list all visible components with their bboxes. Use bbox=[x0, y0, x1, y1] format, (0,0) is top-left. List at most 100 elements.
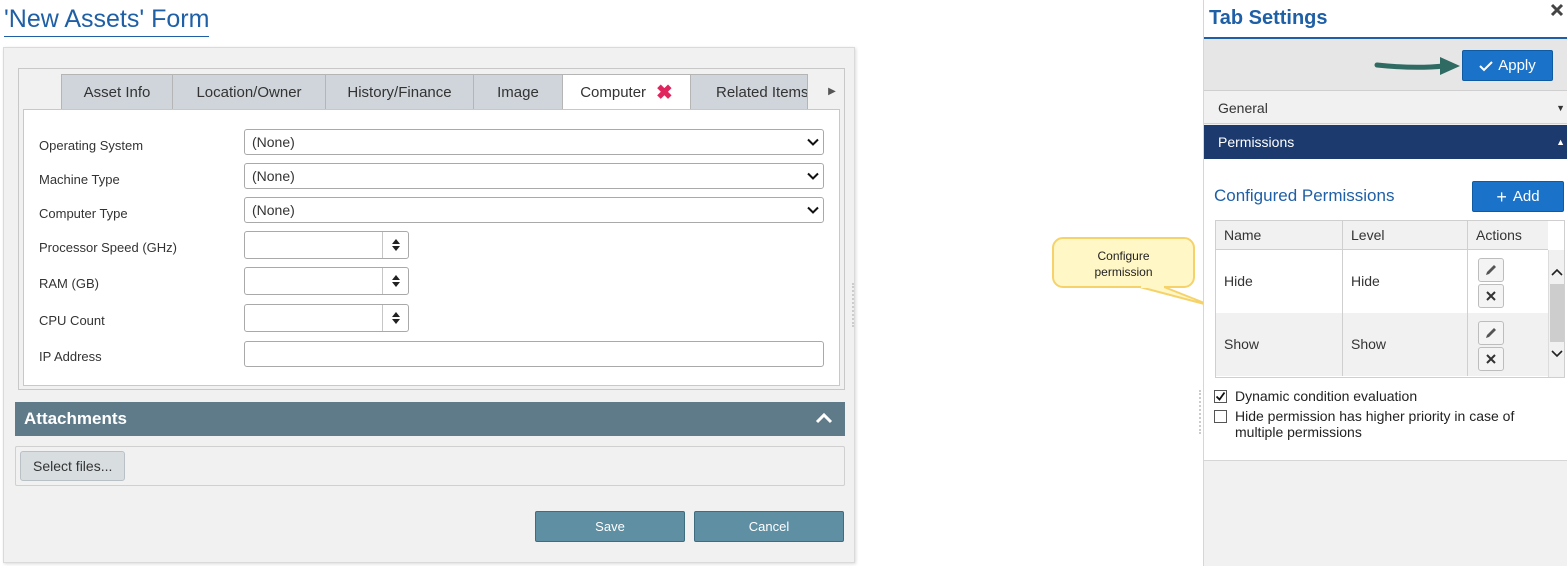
os-select[interactable]: (None) bbox=[244, 129, 824, 155]
callout-line-1: Configure bbox=[1097, 249, 1150, 263]
cancel-button[interactable]: Cancel bbox=[694, 511, 844, 542]
check-icon bbox=[1215, 391, 1226, 401]
hide-priority-checkbox[interactable] bbox=[1214, 410, 1227, 423]
permissions-body: Configured Permissions + Add Name Level … bbox=[1204, 159, 1567, 461]
computer-tab-panel: Operating System (None) Machine Type (No… bbox=[23, 109, 840, 386]
spinner-arrows-icon[interactable] bbox=[382, 232, 408, 258]
cell-name: Show bbox=[1216, 313, 1343, 376]
table-row[interactable]: Show Show bbox=[1216, 313, 1548, 376]
os-label: Operating System bbox=[39, 138, 144, 153]
grid-header: Name Level Actions bbox=[1216, 221, 1548, 250]
ram-label: RAM (GB) bbox=[39, 276, 99, 291]
ip-address-input[interactable] bbox=[244, 341, 824, 367]
add-label: Add bbox=[1512, 188, 1540, 205]
delete-button[interactable] bbox=[1478, 284, 1504, 308]
dynamic-condition-checkbox[interactable] bbox=[1214, 390, 1227, 403]
configured-permissions-title: Configured Permissions bbox=[1214, 186, 1395, 205]
tab-location-owner[interactable]: Location/Owner bbox=[172, 74, 326, 109]
tabs-container: Asset Info Location/Owner History/Financ… bbox=[18, 68, 845, 390]
attachments-header[interactable]: Attachments bbox=[15, 402, 845, 436]
machine-type-label: Machine Type bbox=[39, 172, 120, 187]
pencil-icon bbox=[1486, 328, 1496, 338]
delete-tab-icon[interactable]: ✖ bbox=[656, 83, 673, 103]
column-name[interactable]: Name bbox=[1216, 221, 1343, 250]
plus-icon: + bbox=[1496, 186, 1507, 207]
select-files-button[interactable]: Select files... bbox=[20, 451, 126, 481]
form-card: Asset Info Location/Owner History/Financ… bbox=[3, 47, 855, 563]
permissions-label: Permissions bbox=[1218, 134, 1295, 150]
tab-scroll-right-icon[interactable]: ▶ bbox=[820, 74, 844, 109]
general-section-header[interactable]: General ▼ bbox=[1204, 92, 1567, 124]
chevron-down-icon bbox=[807, 172, 819, 180]
panel-title: Tab Settings bbox=[1209, 7, 1328, 29]
os-select-value: (None) bbox=[252, 134, 295, 150]
dynamic-condition-label: Dynamic condition evaluation bbox=[1235, 388, 1418, 404]
permissions-grid: Name Level Actions Hide Hide Show Show bbox=[1215, 220, 1565, 378]
callout-line-2: permission bbox=[1094, 265, 1153, 279]
apply-label: Apply bbox=[1498, 57, 1536, 74]
column-actions: Actions bbox=[1476, 227, 1522, 243]
tab-related-items[interactable]: Related Items bbox=[690, 74, 808, 109]
tab-label: History/Finance bbox=[347, 83, 452, 101]
ram-input[interactable] bbox=[244, 267, 409, 295]
spinner-arrows-icon[interactable] bbox=[382, 268, 408, 294]
tab-strip: Asset Info Location/Owner History/Financ… bbox=[61, 74, 808, 110]
cpu-count-label: CPU Count bbox=[39, 313, 105, 328]
tab-image[interactable]: Image bbox=[473, 74, 563, 109]
close-icon[interactable] bbox=[1549, 2, 1565, 18]
chevron-down-icon bbox=[807, 138, 819, 146]
tab-label: Computer bbox=[580, 84, 647, 101]
tab-computer[interactable]: Computer ✖ bbox=[562, 74, 691, 110]
ip-address-label: IP Address bbox=[39, 349, 102, 364]
tab-label: Image bbox=[497, 83, 539, 101]
chevron-up-icon[interactable] bbox=[1551, 267, 1563, 277]
grid-scrollbar[interactable] bbox=[1548, 250, 1564, 377]
cell-level: Show bbox=[1343, 313, 1468, 376]
attachments-body: Select files... bbox=[15, 446, 845, 486]
tab-label: Related Items bbox=[716, 83, 808, 101]
chevron-down-icon[interactable] bbox=[1551, 349, 1563, 359]
machine-type-value: (None) bbox=[252, 168, 295, 184]
delete-button[interactable] bbox=[1478, 347, 1504, 371]
caret-up-icon: ▲ bbox=[1556, 137, 1565, 147]
check-icon bbox=[1479, 60, 1493, 71]
hide-priority-label: Hide permission has higher priority in c… bbox=[1235, 408, 1515, 440]
callout-bubble: Configure permission bbox=[1052, 237, 1195, 288]
table-row[interactable]: Hide Hide bbox=[1216, 250, 1548, 313]
close-icon bbox=[1486, 354, 1496, 364]
close-icon bbox=[1486, 291, 1496, 301]
spinner-arrows-icon[interactable] bbox=[382, 305, 408, 331]
permissions-section-header[interactable]: Permissions ▲ bbox=[1204, 125, 1567, 159]
computer-type-label: Computer Type bbox=[39, 206, 128, 221]
splitter-handle[interactable] bbox=[852, 283, 858, 327]
form-title: 'New Assets' Form bbox=[4, 4, 210, 37]
general-label: General bbox=[1218, 100, 1268, 116]
cell-name: Hide bbox=[1216, 250, 1343, 313]
computer-type-value: (None) bbox=[252, 202, 295, 218]
pencil-icon bbox=[1486, 265, 1496, 275]
processor-speed-input[interactable] bbox=[244, 231, 409, 259]
tab-history-finance[interactable]: History/Finance bbox=[325, 74, 474, 109]
apply-button[interactable]: Apply bbox=[1462, 50, 1553, 81]
processor-speed-label: Processor Speed (GHz) bbox=[39, 240, 177, 255]
add-permission-button[interactable]: + Add bbox=[1472, 181, 1564, 212]
chevron-down-icon bbox=[807, 206, 819, 214]
computer-type-select[interactable]: (None) bbox=[244, 197, 824, 223]
chevron-up-icon[interactable] bbox=[815, 411, 833, 425]
scrollbar-thumb[interactable] bbox=[1550, 284, 1564, 342]
tab-settings-panel: Tab Settings Apply General ▼ Permissions… bbox=[1203, 0, 1567, 566]
save-button[interactable]: Save bbox=[535, 511, 685, 542]
tab-label: Asset Info bbox=[83, 83, 151, 101]
panel-header: Tab Settings bbox=[1204, 0, 1567, 39]
tab-asset-info[interactable]: Asset Info bbox=[61, 74, 173, 109]
column-level[interactable]: Level bbox=[1343, 221, 1468, 250]
edit-button[interactable] bbox=[1478, 258, 1504, 282]
tab-label: Location/Owner bbox=[196, 83, 302, 101]
cpu-count-input[interactable] bbox=[244, 304, 409, 332]
caret-down-icon: ▼ bbox=[1556, 103, 1565, 113]
cell-level: Hide bbox=[1343, 250, 1468, 313]
machine-type-select[interactable]: (None) bbox=[244, 163, 824, 189]
arrow-right-icon bbox=[1374, 57, 1460, 75]
attachments-title: Attachments bbox=[24, 409, 127, 428]
edit-button[interactable] bbox=[1478, 321, 1504, 345]
